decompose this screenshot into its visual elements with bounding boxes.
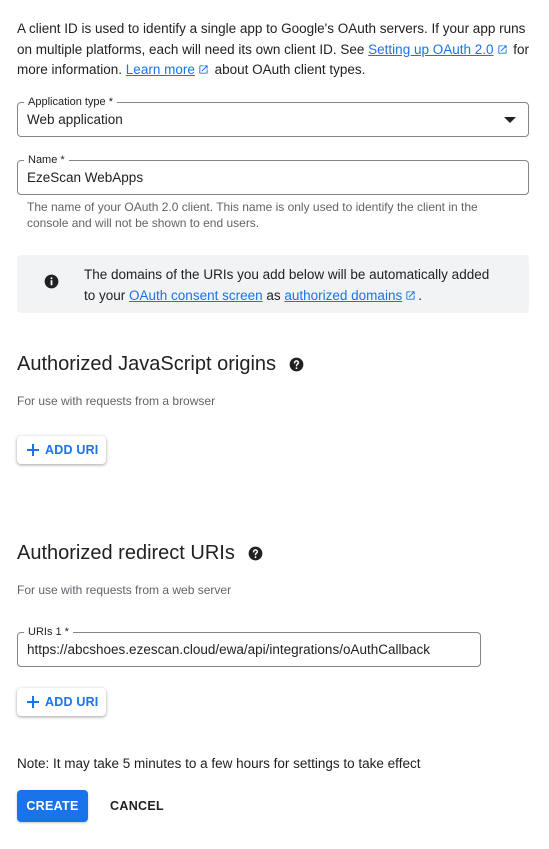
plus-icon [27, 696, 39, 708]
add-js-origin-button[interactable]: ADD URI [17, 436, 107, 464]
dropdown-arrow-icon[interactable] [504, 117, 516, 124]
info-text-2: as [262, 288, 285, 303]
create-button[interactable]: CREATE [17, 790, 88, 822]
js-origins-title: Authorized JavaScript origins [17, 353, 277, 375]
name-field[interactable]: Name * EzeScan WebApps [17, 153, 529, 195]
js-origins-subtitle: For use with requests from a browser [17, 394, 216, 408]
info-text-3: . [418, 288, 422, 303]
help-icon[interactable] [248, 546, 263, 561]
authorized-domains-link[interactable]: authorized domains [284, 288, 402, 303]
info-icon [44, 274, 59, 289]
setting-up-oauth-link[interactable]: Setting up OAuth 2.0 [368, 42, 493, 57]
info-text: The domains of the URIs you add below wi… [84, 264, 504, 306]
external-link-icon [497, 44, 507, 54]
learn-more-link[interactable]: Learn more [126, 62, 195, 77]
info-banner: The domains of the URIs you add below wi… [17, 255, 529, 313]
name-field-hint: The name of your OAuth 2.0 client. This … [27, 200, 478, 230]
name-field-label: Name * [24, 153, 69, 167]
intro-paragraph: A client ID is used to identify a single… [17, 19, 532, 81]
add-redirect-uri-button[interactable]: ADD URI [17, 688, 107, 716]
redirect-uris-header: Authorized redirect URIs [17, 542, 263, 565]
redirect-uris-subtitle: For use with requests from a web server [17, 583, 232, 597]
oauth-consent-screen-link[interactable]: OAuth consent screen [129, 288, 263, 303]
add-redirect-uri-label: ADD URI [45, 695, 99, 709]
intro-text-3: about OAuth client types. [210, 62, 366, 77]
redirect-uri-input[interactable]: URIs 1 * https://abcshoes.ezescan.cloud/… [17, 625, 481, 667]
redirect-uri-value: https://abcshoes.ezescan.cloud/ewa/api/i… [27, 642, 430, 657]
application-type-label: Application type * [24, 95, 117, 109]
settings-note: Note: It may take 5 minutes to a few hou… [17, 756, 421, 771]
plus-icon [27, 444, 39, 456]
application-type-value: Web application [27, 112, 123, 127]
cancel-button[interactable]: CANCEL [104, 790, 170, 822]
application-type-select[interactable]: Application type * Web application [17, 95, 529, 137]
add-js-origin-label: ADD URI [45, 443, 99, 457]
external-link-icon [406, 291, 415, 300]
js-origins-header: Authorized JavaScript origins [17, 353, 304, 376]
help-icon[interactable] [289, 357, 304, 372]
external-link-icon [199, 65, 208, 74]
redirect-uri-label: URIs 1 * [24, 625, 73, 639]
name-field-value: EzeScan WebApps [27, 170, 144, 185]
redirect-uris-title: Authorized redirect URIs [17, 542, 235, 564]
